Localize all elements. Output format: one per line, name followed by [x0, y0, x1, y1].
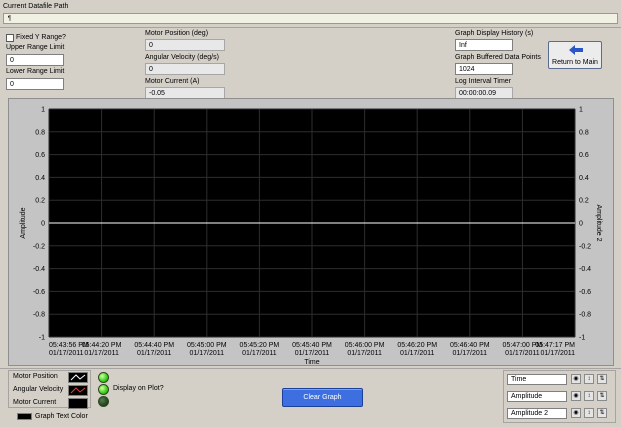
y2-tick-label: 0.8 [579, 129, 589, 136]
lock-icon[interactable]: ◉ [571, 374, 581, 384]
x-tick-time: 05:44:20 PM [82, 342, 122, 349]
x-tick-date: 01/17/2011 [540, 350, 575, 357]
path-icon[interactable]: ¶ [6, 15, 13, 23]
y-tick-label: -0.8 [33, 312, 45, 319]
datafile-path-label: Current Datafile Path [3, 3, 69, 10]
x-tick-date: 01/17/2011 [242, 350, 277, 357]
y2-tick-label: -0.4 [579, 266, 591, 273]
datafile-path-field[interactable]: ¶ [3, 13, 618, 24]
legend-item-motor-current[interactable]: Motor Current [13, 398, 89, 409]
graph-text-color-label: Graph Text Color [35, 413, 88, 420]
x-tick-date: 01/17/2011 [49, 350, 84, 357]
motor-position-swatch [68, 372, 88, 383]
x-tick-time: 05:46:00 PM [345, 342, 385, 349]
format-icon[interactable]: ⇅ [597, 374, 607, 384]
y2-axis-label: Amplitude 2 [595, 205, 602, 242]
motor-position-value: 0 [145, 39, 225, 51]
y-tick-label: -1 [39, 335, 45, 342]
y2-tick-label: -0.2 [579, 243, 591, 250]
fixed-y-checkbox[interactable] [6, 34, 14, 42]
x-tick-time: 05:44:40 PM [134, 342, 174, 349]
waveform-chart[interactable]: 1 1 0.8 0.8 0.6 0.6 0.4 0.4 0.2 0.2 0 0 -0.2 -0.2 -0.4… [8, 98, 614, 366]
x-tick-time: 05:46:40 PM [450, 342, 490, 349]
y2-tick-label: -0.6 [579, 289, 591, 296]
angular-velocity-label: Angular Velocity (deg/s) [145, 54, 219, 61]
upper-range-input[interactable]: 0 [6, 54, 64, 66]
x-tick-time: 05:46:20 PM [397, 342, 437, 349]
y-tick-label: 0.8 [35, 129, 45, 136]
x-tick-date: 01/17/2011 [84, 350, 119, 357]
y-tick-label: -0.2 [33, 243, 45, 250]
y-tick-label: 0 [41, 221, 45, 228]
x-axis-label: Time [304, 359, 319, 366]
arrow-left-icon [569, 45, 583, 55]
y-axis-label: Amplitude [20, 207, 27, 238]
x-tick-date: 01/17/2011 [137, 350, 172, 357]
legend-label-motor-current: Motor Current [13, 399, 57, 406]
buffered-points-input[interactable]: 1024 [455, 63, 513, 75]
y-tick-label: 0.2 [35, 198, 45, 205]
display-led-angular-velocity[interactable] [98, 384, 109, 395]
scale-name-time[interactable]: Time [507, 374, 567, 385]
y2-tick-label: -0.8 [579, 312, 591, 319]
chart-svg: 1 1 0.8 0.8 0.6 0.6 0.4 0.4 0.2 0.2 0 0 -0.2 -0.2 -0.4… [20, 107, 602, 367]
lock-icon[interactable]: ◉ [571, 408, 581, 418]
buffered-points-label: Graph Buffered Data Points [455, 54, 541, 61]
motor-position-label: Motor Position (deg) [145, 30, 209, 37]
legend-label-motor-position: Motor Position [13, 373, 58, 380]
fixed-y-label: Fixed Y Range? [16, 34, 66, 41]
y-tick-label: -0.6 [33, 289, 45, 296]
display-led-motor-current[interactable] [98, 396, 109, 407]
x-tick-date: 01/17/2011 [190, 350, 225, 357]
legend-item-angular-velocity[interactable]: Angular Velocity [13, 385, 89, 396]
display-led-motor-position[interactable] [98, 372, 109, 383]
scale-name-amplitude[interactable]: Amplitude [507, 391, 567, 402]
autoscale-icon[interactable]: ↕ [584, 374, 594, 384]
scale-name-amplitude-2[interactable]: Amplitude 2 [507, 408, 567, 419]
x-tick-time: 05:45:00 PM [187, 342, 227, 349]
format-icon[interactable]: ⇅ [597, 391, 607, 401]
return-to-main-button[interactable]: Return to Main [548, 41, 602, 69]
legend-item-motor-position[interactable]: Motor Position [13, 372, 89, 383]
lower-range-label: Lower Range Limit [6, 68, 65, 75]
history-label: Graph Display History (s) [455, 30, 534, 37]
motor-current-swatch [68, 398, 88, 409]
x-tick-time: 05:47:17 PM [535, 342, 575, 349]
y-tick-label: -0.4 [33, 266, 45, 273]
motor-current-label: Motor Current (A) [145, 78, 200, 85]
y2-tick-label: 1 [579, 107, 583, 114]
lower-range-input[interactable]: 0 [6, 78, 64, 90]
clear-graph-button[interactable]: Clear Graph [282, 388, 363, 407]
x-tick-date: 01/17/2011 [505, 350, 540, 357]
divider-bottom [0, 368, 621, 369]
y-tick-label: 1 [41, 107, 45, 114]
divider-top [0, 27, 621, 28]
x-tick-time: 05:45:20 PM [240, 342, 280, 349]
legend-label-angular-velocity: Angular Velocity [13, 386, 64, 393]
history-input[interactable]: Inf [455, 39, 513, 51]
y2-tick-label: 0 [579, 221, 583, 228]
autoscale-icon[interactable]: ↕ [584, 391, 594, 401]
return-to-main-label: Return to Main [552, 59, 598, 66]
upper-range-label: Upper Range Limit [6, 44, 65, 51]
format-icon[interactable]: ⇅ [597, 408, 607, 418]
log-timer-label: Log Interval Timer [455, 78, 512, 85]
y-tick-label: 0.6 [35, 152, 45, 159]
y2-tick-label: 0.6 [579, 152, 589, 159]
x-tick-date: 01/17/2011 [295, 350, 330, 357]
angular-velocity-swatch [68, 385, 88, 396]
x-tick-time: 05:45:40 PM [292, 342, 332, 349]
autoscale-icon[interactable]: ↕ [584, 408, 594, 418]
y2-tick-label: 0.2 [579, 198, 589, 205]
x-tick-date: 01/17/2011 [453, 350, 488, 357]
y-tick-label: 0.4 [35, 175, 45, 182]
angular-velocity-value: 0 [145, 63, 225, 75]
x-tick-date: 01/17/2011 [400, 350, 435, 357]
graph-text-color-swatch[interactable] [17, 413, 32, 420]
y2-tick-label: -1 [579, 335, 585, 342]
display-on-plot-label: Display on Plot? [113, 385, 164, 392]
x-tick-date: 01/17/2011 [347, 350, 382, 357]
y2-tick-label: 0.4 [579, 175, 589, 182]
lock-icon[interactable]: ◉ [571, 391, 581, 401]
